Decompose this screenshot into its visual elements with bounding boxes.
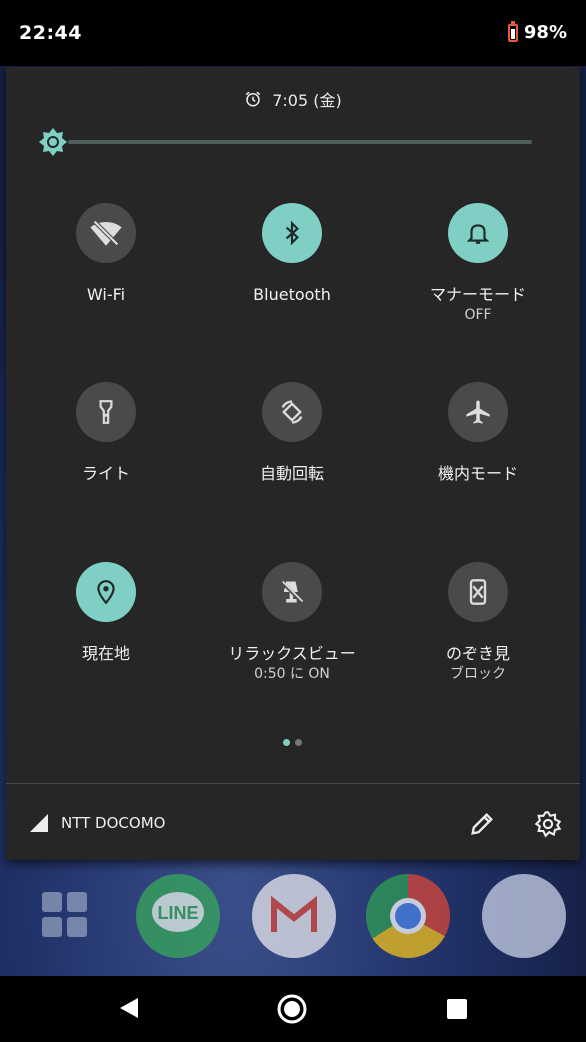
airplane-icon (448, 382, 508, 442)
line-logo-text: LINE (157, 903, 198, 923)
tile-label: Wi-Fi (86, 285, 126, 304)
brightness-track (68, 140, 532, 144)
brightness-slider[interactable] (38, 127, 532, 157)
bell-icon (448, 203, 508, 263)
tile-sublabel: ブロック (450, 666, 506, 682)
line-app-icon[interactable]: LINE (136, 874, 220, 958)
page-indicator (283, 739, 302, 746)
battery-percent: 98% (523, 22, 567, 43)
tile-location[interactable]: 現在地 (16, 562, 196, 664)
brightness-sun-icon[interactable] (38, 127, 68, 157)
page-dot-active (283, 739, 290, 746)
flashlight-icon (76, 382, 136, 442)
alarm-clock-icon (246, 91, 261, 107)
tile-label: 機内モード (437, 464, 518, 483)
auto-rotate-icon (262, 382, 322, 442)
home-icon[interactable] (276, 993, 308, 1025)
edit-pencil-icon[interactable] (468, 810, 496, 838)
tile-auto-rotate[interactable]: 自動回転 (202, 382, 382, 484)
status-time: 22:44 (19, 22, 82, 44)
carrier-info[interactable]: NTT DOCOMO (30, 814, 165, 832)
tile-label: 現在地 (81, 644, 130, 663)
wifi-off-icon (76, 203, 136, 263)
alarm-time: 7:05 (金) (272, 91, 342, 110)
tile-label: のぞき見 (445, 644, 510, 663)
page-dot (295, 739, 302, 746)
night-light-off-icon (262, 562, 322, 622)
privacy-block-icon (448, 562, 508, 622)
battery-charging-icon (507, 20, 518, 42)
gmail-app-icon[interactable] (252, 874, 336, 958)
quick-settings-footer: NTT DOCOMO (6, 784, 580, 860)
status-bar: 22:44 98% (0, 0, 586, 66)
signal-icon (30, 814, 48, 832)
settings-gear-icon[interactable] (534, 810, 562, 838)
tile-relax-view[interactable]: リラックスビュー 0:50 に ON (202, 562, 382, 684)
tile-label: 自動回転 (259, 464, 324, 483)
back-icon[interactable] (118, 996, 142, 1020)
quick-settings-panel: 7:05 (金) Wi-Fi Bluetooth マナーモード OFF ライト … (6, 67, 580, 860)
tile-sublabel: 0:50 に ON (254, 666, 330, 682)
navigation-bar (0, 976, 586, 1042)
tile-sublabel: OFF (464, 307, 492, 323)
tile-flashlight[interactable]: ライト (16, 382, 196, 484)
chrome-app-icon[interactable] (366, 874, 450, 958)
battery-indicator: 98% (507, 20, 567, 43)
tile-bluetooth[interactable]: Bluetooth (202, 203, 382, 305)
tile-manner-mode[interactable]: マナーモード OFF (388, 203, 568, 325)
tile-airplane-mode[interactable]: 機内モード (388, 382, 568, 484)
tile-wifi[interactable]: Wi-Fi (16, 203, 196, 305)
home-dock: LINE (0, 868, 586, 968)
recents-icon[interactable] (446, 998, 468, 1020)
carrier-name: NTT DOCOMO (61, 814, 166, 832)
tile-label: Bluetooth (253, 285, 331, 304)
location-pin-icon (76, 562, 136, 622)
next-alarm[interactable]: 7:05 (金) (6, 87, 580, 111)
tile-label: ライト (81, 464, 130, 483)
tile-label: マナーモード (429, 285, 526, 304)
app-drawer-icon[interactable] (40, 890, 90, 940)
tile-label: リラックスビュー (228, 644, 356, 663)
bluetooth-icon (262, 203, 322, 263)
tile-privacy-block[interactable]: のぞき見 ブロック (388, 562, 568, 684)
display-settings-app-icon[interactable] (482, 874, 566, 958)
